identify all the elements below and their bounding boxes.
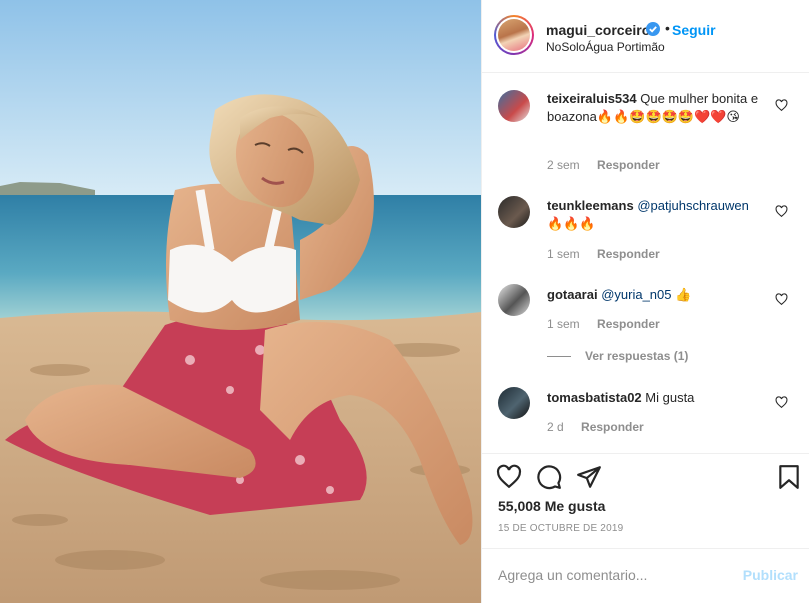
reply-button[interactable]: Responder bbox=[597, 247, 660, 261]
likes-count[interactable]: 55,008 Me gusta bbox=[498, 498, 605, 514]
comment-composer: Agrega un comentario... Publicar bbox=[482, 548, 809, 604]
view-replies-label: Ver respuestas (1) bbox=[585, 349, 689, 363]
comment-emojis: 👍 bbox=[675, 288, 692, 303]
comment-text-block: teunkleemans @patjuhschrauwen 🔥🔥🔥 bbox=[547, 197, 765, 234]
commenter-avatar[interactable] bbox=[498, 90, 530, 122]
comment-emojis: 🔥🔥🔥 bbox=[547, 217, 596, 232]
reply-button[interactable]: Responder bbox=[581, 420, 644, 434]
comment-bubble-icon[interactable] bbox=[536, 464, 562, 490]
post-action-bar bbox=[482, 453, 809, 504]
post-header: magui_corceiro • Seguir NoSoloÁgua Porti… bbox=[482, 0, 809, 73]
comment-meta: 1 sem Responder bbox=[547, 317, 674, 331]
comment-text-block: teixeiraluis534 Que mulher bonita e boaz… bbox=[547, 90, 765, 127]
commenter-avatar[interactable] bbox=[498, 284, 530, 316]
comment-text-block: tomasbatista02 Mi gusta bbox=[547, 389, 765, 407]
like-comment-heart-icon[interactable] bbox=[775, 396, 788, 409]
paper-plane-icon[interactable] bbox=[576, 464, 602, 490]
commenter-avatar[interactable] bbox=[498, 196, 530, 228]
reply-button[interactable]: Responder bbox=[597, 317, 660, 331]
author-avatar-image bbox=[498, 19, 530, 51]
comment-meta: 2 sem Responder bbox=[547, 158, 674, 172]
commenter-avatar[interactable] bbox=[498, 387, 530, 419]
comment-time: 1 sem bbox=[547, 317, 580, 331]
author-username[interactable]: magui_corceiro bbox=[546, 22, 650, 38]
publish-button[interactable]: Publicar bbox=[743, 567, 798, 583]
comment-time: 2 d bbox=[547, 420, 564, 434]
post-sidebar: magui_corceiro • Seguir NoSoloÁgua Porti… bbox=[481, 0, 809, 603]
post-photo[interactable] bbox=[0, 0, 481, 603]
like-comment-heart-icon[interactable] bbox=[775, 205, 788, 218]
comment-input[interactable]: Agrega un comentario... bbox=[498, 567, 647, 583]
beach-photo-illustration bbox=[0, 0, 481, 603]
author-avatar[interactable] bbox=[494, 15, 534, 55]
comment-username[interactable]: gotaarai bbox=[547, 287, 598, 302]
post-location[interactable]: NoSoloÁgua Portimão bbox=[546, 40, 665, 54]
comment-text: Mi gusta bbox=[645, 390, 695, 405]
replies-divider-line bbox=[547, 356, 571, 358]
comment-meta: 1 sem Responder bbox=[547, 247, 674, 261]
like-comment-heart-icon[interactable] bbox=[775, 293, 788, 306]
bookmark-icon[interactable] bbox=[776, 464, 802, 490]
instagram-post-modal: magui_corceiro • Seguir NoSoloÁgua Porti… bbox=[0, 0, 809, 603]
verified-badge-icon bbox=[646, 22, 660, 36]
comments-list[interactable]: teixeiraluis534 Que mulher bonita e boaz… bbox=[482, 73, 809, 453]
post-date[interactable]: 15 DE OCTUBRE DE 2019 bbox=[498, 523, 623, 534]
separator-dot: • bbox=[665, 20, 670, 36]
comment-username[interactable]: teunkleemans bbox=[547, 198, 634, 213]
comment-time: 2 sem bbox=[547, 158, 580, 172]
like-comment-heart-icon[interactable] bbox=[775, 99, 788, 112]
comment-emojis: 🔥🔥🤩🤩🤩🤩❤️❤️😘 bbox=[596, 110, 740, 125]
comment-mention[interactable]: @yuria_n05 bbox=[601, 287, 671, 302]
comment-time: 1 sem bbox=[547, 247, 580, 261]
heart-icon[interactable] bbox=[496, 464, 522, 490]
comment-username[interactable]: tomasbatista02 bbox=[547, 390, 642, 405]
comment-username[interactable]: teixeiraluis534 bbox=[547, 91, 637, 106]
view-replies-button[interactable]: Ver respuestas (1) bbox=[547, 349, 688, 363]
comment-text-block: gotaarai @yuria_n05 👍 bbox=[547, 286, 765, 305]
follow-button[interactable]: Seguir bbox=[672, 22, 716, 38]
reply-button[interactable]: Responder bbox=[597, 158, 660, 172]
comment-meta: 2 d Responder bbox=[547, 420, 658, 434]
comment-mention[interactable]: @patjuhschrauwen bbox=[637, 198, 748, 213]
